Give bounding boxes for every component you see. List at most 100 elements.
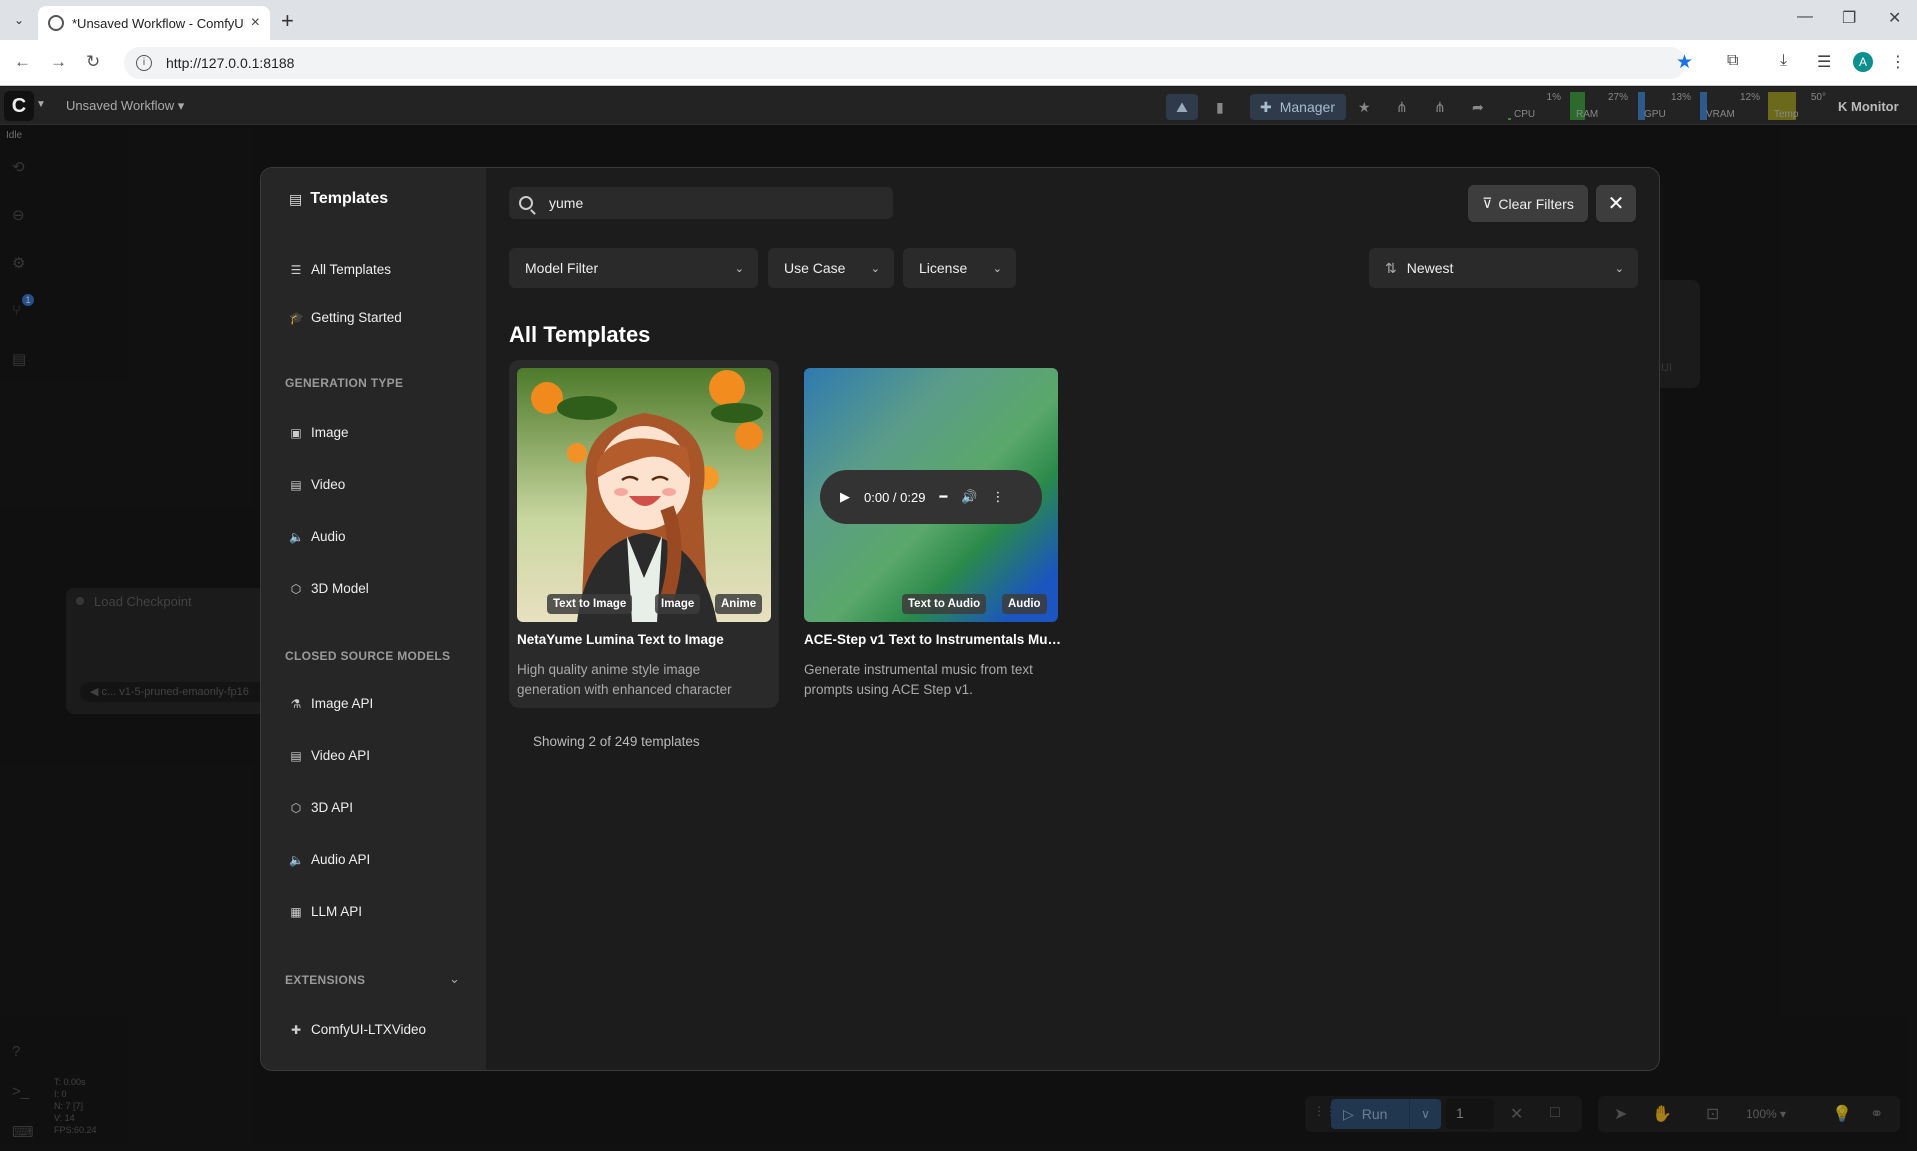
cpu-monitor: CPU 1%	[1508, 92, 1563, 120]
results-count: Showing 2 of 249 templates	[533, 734, 700, 749]
comfy-logo[interactable]: C	[4, 91, 34, 121]
dialog-title: ▤ Templates	[289, 190, 389, 207]
browser-tab[interactable]: *Unsaved Workflow - ComfyUI ×	[38, 6, 270, 40]
chevron-down-icon: ⌄	[734, 262, 744, 275]
card-description: Generate instrumental music from text pr…	[804, 662, 1033, 697]
chevron-down-icon: ⌄	[870, 262, 880, 275]
puzzle-icon: ✚	[290, 1022, 302, 1037]
more-options-icon[interactable]: ⋮	[991, 489, 1004, 505]
chevron-down-icon: ⌄	[1614, 262, 1624, 275]
queue-icon[interactable]: ⛰	[1166, 94, 1198, 120]
template-thumbnail: Text to Image Image Anime	[517, 368, 771, 622]
address-bar: ← → ↻ i http://127.0.0.1:8188	[0, 40, 1917, 86]
site-info-icon[interactable]: i	[136, 55, 152, 71]
share-model-icon[interactable]: ⋔	[1434, 99, 1446, 116]
nav-all-templates[interactable]: ☰ All Templates	[289, 262, 391, 277]
close-tab-icon[interactable]: ×	[251, 14, 260, 32]
card-description: High quality anime style image generatio…	[517, 662, 732, 697]
nav-image[interactable]: ▣ Image	[289, 425, 348, 440]
templates-dialog: ▤ Templates ☰ All Templates 🎓 Getting Star…	[260, 167, 1660, 1071]
new-tab-button[interactable]: +	[281, 8, 294, 34]
nav-audio[interactable]: 🔈 Audio	[289, 529, 346, 544]
audio-time: 0:00 / 0:29	[864, 489, 926, 505]
section-title: All Templates	[509, 322, 651, 347]
reload-icon[interactable]: ↻	[86, 52, 100, 72]
manager-label: Manager	[1279, 99, 1335, 115]
template-thumbnail: ▶ 0:00 / 0:29 ━ 🔊 ⋮ Text to Audio Audio	[804, 368, 1058, 622]
tag: Audio	[1002, 594, 1047, 614]
list-icon: ☰	[290, 262, 302, 277]
browser-menu-icon[interactable]: ⋮	[1890, 52, 1906, 72]
graduation-cap-icon: 🎓	[289, 310, 304, 325]
nav-audio-api[interactable]: 🔈 Audio API	[289, 852, 370, 867]
restore-icon[interactable]: ❐	[1842, 8, 1856, 28]
heading-closed-source: CLOSED SOURCE MODELS	[285, 649, 451, 663]
card-title: ACE-Step v1 Text to Instrumentals Music	[804, 632, 1062, 647]
minimize-icon[interactable]: —	[1797, 8, 1813, 26]
image-api-icon: ⚗	[290, 696, 302, 711]
audio-player[interactable]: ▶ 0:00 / 0:29 ━ 🔊 ⋮	[820, 470, 1042, 524]
nav-comfyui-ltxvideo[interactable]: ✚ ComfyUI-LTXVideo	[289, 1022, 426, 1037]
extensions-icon[interactable]: ⧉	[1727, 52, 1738, 70]
back-icon[interactable]: ←	[14, 52, 31, 72]
template-card[interactable]: Text to Image Image Anime NetaYume Lumin…	[509, 360, 779, 708]
close-window-icon[interactable]: ✕	[1888, 8, 1901, 28]
license-dropdown[interactable]: License ⌄	[903, 248, 1016, 288]
cube-icon: ⬡	[290, 800, 302, 815]
nav-image-api[interactable]: ⚗ Image API	[289, 696, 374, 711]
play-icon[interactable]: ▶	[840, 489, 850, 505]
chevron-down-icon[interactable]: ⌄	[449, 971, 460, 987]
share-icon[interactable]: ➦	[1472, 99, 1484, 116]
chevron-down-icon: ⌄	[992, 262, 1002, 275]
tab-title: *Unsaved Workflow - ComfyUI	[72, 15, 245, 31]
filter-icon: ⊽	[1482, 195, 1493, 211]
nav-getting-started[interactable]: 🎓 Getting Started	[289, 310, 402, 325]
progress-icon[interactable]: ━	[939, 489, 947, 505]
forward-icon[interactable]: →	[50, 52, 67, 72]
browser-tabstrip: ⌄ *Unsaved Workflow - ComfyUI × + — ❐ ✕	[0, 0, 1917, 40]
star-icon[interactable]: ★	[1358, 99, 1371, 116]
sort-dropdown[interactable]: ⇅ Newest ⌄	[1369, 248, 1638, 288]
speaker-icon: 🔈	[289, 529, 304, 544]
film-icon: ▤	[290, 748, 302, 763]
bookmark-star-icon[interactable]: ★	[1676, 51, 1693, 74]
profile-avatar[interactable]: A	[1853, 52, 1873, 72]
search-input[interactable]: yume	[509, 187, 893, 219]
model-filter-dropdown[interactable]: Model Filter ⌄	[509, 248, 758, 288]
download-icon[interactable]: ⤓	[1780, 52, 1787, 70]
tab-list-button[interactable]: ⌄	[8, 9, 30, 31]
search-icon	[519, 196, 533, 210]
nav-3d-model[interactable]: ⬡ 3D Model	[289, 581, 369, 596]
media-icon[interactable]: ☰	[1817, 52, 1831, 72]
film-icon: ▤	[290, 477, 302, 492]
tag: Text to Audio	[902, 594, 987, 614]
model-icon[interactable]: ⋔	[1396, 99, 1408, 116]
puzzle-icon: ✚	[1260, 98, 1272, 115]
template-card[interactable]: ▶ 0:00 / 0:29 ━ 🔊 ⋮ Text to Audio Audio …	[796, 360, 1066, 708]
use-case-dropdown[interactable]: Use Case ⌄	[768, 248, 894, 288]
sort-icon: ⇅	[1385, 259, 1397, 276]
temp-monitor: Temp 50°	[1768, 92, 1828, 120]
card-title: NetaYume Lumina Text to Image	[517, 632, 724, 647]
anime-girl-image	[517, 368, 771, 622]
templates-sidebar: ▤ Templates ☰ All Templates 🎓 Getting Star…	[261, 168, 486, 1070]
volume-icon[interactable]: 🔊	[961, 489, 977, 505]
monitor-button[interactable]: K Monitor	[1838, 99, 1899, 114]
url-text: http://127.0.0.1:8188	[166, 55, 295, 71]
close-icon: ✕	[1607, 193, 1625, 215]
url-field[interactable]: i http://127.0.0.1:8188	[124, 47, 1686, 79]
vram-monitor: VRAM 12%	[1700, 92, 1762, 120]
ram-monitor: RAM 27%	[1570, 92, 1630, 120]
bookmark-icon[interactable]: ▮	[1216, 99, 1224, 116]
globe-icon	[48, 15, 64, 31]
nav-video-api[interactable]: ▤ Video API	[289, 748, 370, 763]
clear-filters-button[interactable]: ⊽ Clear Filters	[1468, 185, 1588, 222]
workflow-name[interactable]: Unsaved Workflow ▾	[66, 98, 184, 114]
nav-3d-api[interactable]: ⬡ 3D API	[289, 800, 353, 815]
nav-llm-api[interactable]: ▦ LLM API	[289, 904, 362, 919]
manager-button[interactable]: ✚ Manager	[1250, 94, 1346, 120]
nav-video[interactable]: ▤ Video	[289, 477, 345, 492]
chevron-down-icon[interactable]: ▼	[36, 99, 46, 110]
close-dialog-button[interactable]: ✕	[1596, 185, 1636, 222]
heading-generation-type: GENERATION TYPE	[285, 376, 404, 390]
